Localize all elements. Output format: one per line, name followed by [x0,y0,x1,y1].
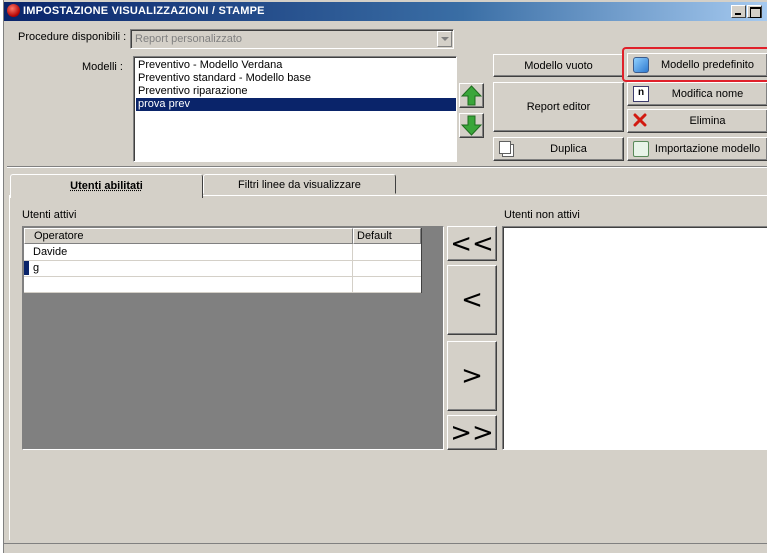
table-row[interactable]: Davide [24,244,421,261]
tab-utenti-abilitati[interactable]: Utenti abilitati [10,174,203,198]
move-all-left-label: << [450,229,494,259]
move-up-button[interactable] [459,83,484,108]
utenti-non-attivi-list[interactable] [502,226,767,450]
window-title: IMPOSTAZIONE VISUALIZZAZIONI / STAMPE [23,5,265,17]
move-left-label: < [461,285,483,315]
procedure-select[interactable]: Report personalizzato [130,29,454,49]
move-right-label: > [461,361,483,391]
move-all-right-label: >> [450,418,494,448]
tab-utenti-abilitati-label: Utenti abilitati [70,180,143,192]
modello-vuoto-label: Modello vuoto [524,60,593,72]
report-editor-label: Report editor [526,101,591,113]
status-bar [4,543,767,553]
import-icon [633,141,649,157]
delete-x-icon [633,113,647,127]
importazione-modello-label: Importazione modello [654,143,761,155]
modello-vuoto-button[interactable]: Modello vuoto [493,54,624,77]
operatore-cell: g [33,262,40,274]
minimize-button[interactable] [731,5,746,18]
move-all-left-button[interactable]: << [447,226,497,261]
maximize-button[interactable] [747,5,762,18]
move-right-button[interactable]: > [447,341,497,411]
utenti-table: Operatore Default Davide g [24,228,422,293]
duplica-label: Duplica [550,143,587,155]
move-left-button[interactable]: < [447,265,497,335]
operatore-cell: Davide [33,246,68,258]
procedure-label: Procedure disponibili : [18,31,127,43]
divider [7,166,767,168]
table-row-current[interactable]: g [24,260,421,277]
modifica-nome-button[interactable]: n Modifica nome [627,82,767,106]
app-icon [7,4,20,17]
arrow-up-icon [461,85,482,106]
elimina-label: Elimina [689,115,726,127]
move-down-button[interactable] [459,113,484,138]
duplica-button[interactable]: Duplica [493,137,624,161]
utenti-non-attivi-label: Utenti non attivi [504,209,580,221]
modifica-nome-label: Modifica nome [671,88,744,100]
tab-filtri-linee-label: Filtri linee da visualizzare [238,179,361,191]
tab-filtri-linee[interactable]: Filtri linee da visualizzare [203,174,396,194]
title-bar[interactable]: IMPOSTAZIONE VISUALIZZAZIONI / STAMPE [4,2,767,21]
modelli-list[interactable]: Preventivo - Modello Verdana Preventivo … [133,56,457,162]
column-header-default[interactable]: Default [353,228,421,244]
list-item-selected[interactable]: prova prev [136,98,456,111]
cell-divider [352,260,353,276]
row-indicator [24,261,29,275]
report-editor-button[interactable]: Report editor [493,82,624,132]
table-row[interactable] [24,276,421,293]
move-all-right-button[interactable]: >> [447,415,497,450]
arrow-down-icon [461,115,482,136]
list-item[interactable]: Preventivo - Modello Verdana [136,59,456,72]
elimina-button[interactable]: Elimina [627,109,767,133]
importazione-modello-button[interactable]: Importazione modello [627,137,767,161]
procedure-value: Report personalizzato [135,33,243,45]
utenti-attivi-label: Utenti attivi [22,209,77,221]
chevron-down-icon[interactable] [437,31,452,47]
cell-divider [352,276,353,292]
list-item[interactable]: Preventivo standard - Modello base [136,72,456,85]
rename-icon: n [633,86,649,102]
globe-icon [633,57,649,73]
maximize-icon [750,7,761,18]
cell-divider [352,244,353,260]
copy-icon [499,141,511,154]
utenti-attivi-grid[interactable]: Operatore Default Davide g [22,226,444,450]
main-window: IMPOSTAZIONE VISUALIZZAZIONI / STAMPE Pr… [3,0,767,553]
modello-predefinito-button[interactable]: Modello predefinito [627,53,767,77]
minimize-icon [735,13,741,15]
column-header-operatore[interactable]: Operatore [24,228,353,244]
modello-predefinito-label: Modello predefinito [661,59,754,71]
list-item[interactable]: Preventivo riparazione [136,85,456,98]
modelli-label: Modelli : [82,61,123,73]
